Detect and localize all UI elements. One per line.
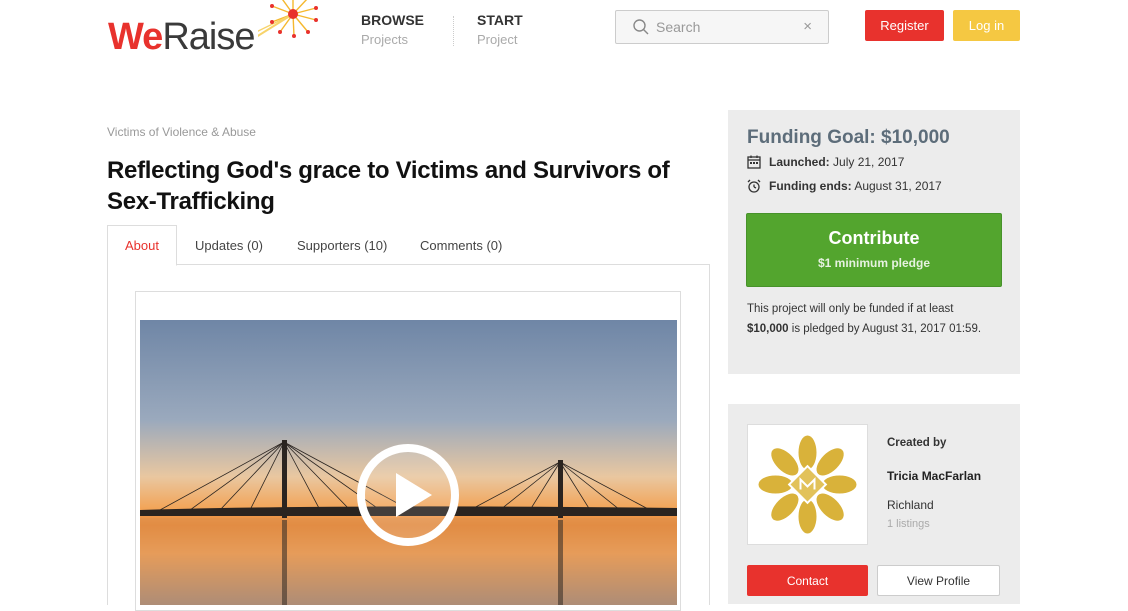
nav-browse-title: BROWSE [361, 12, 424, 28]
nav-divider [453, 16, 454, 46]
created-by-label: Created by [887, 437, 947, 449]
minimum-pledge-label: $1 minimum pledge [817, 256, 931, 270]
calendar-icon [747, 155, 761, 169]
play-icon[interactable] [356, 443, 460, 547]
project-tabs: About Updates (0) Supporters (10) Commen… [107, 225, 710, 266]
search-input[interactable] [656, 11, 806, 43]
avatar[interactable] [747, 424, 868, 545]
logo-text: WeRaise [108, 16, 255, 59]
search-icon [633, 19, 649, 35]
contribute-label: Contribute [828, 228, 920, 248]
weraise-logo[interactable]: WeRaise [108, 0, 318, 64]
logo-raise: Raise [162, 16, 255, 58]
nav-browse[interactable]: BROWSE Projects [361, 12, 424, 47]
clear-search-icon[interactable]: × [803, 18, 812, 35]
login-button[interactable]: Log in [953, 10, 1020, 41]
gold-flower-logo [758, 435, 857, 534]
funding-note-pre: This project will only be funded if at l… [747, 303, 954, 315]
project-category[interactable]: Victims of Violence & Abuse [107, 125, 256, 139]
ends-date: August 31, 2017 [854, 179, 942, 193]
sunburst-icon [258, 0, 318, 38]
tab-supporters[interactable]: Supporters (10) [297, 225, 387, 265]
launched-label: Launched: [769, 155, 830, 169]
ends-row: Funding ends: August 31, 2017 [747, 179, 942, 193]
funding-note: This project will only be funded if at l… [747, 299, 987, 339]
site-header: WeRaise BROWSE Projects START Project × … [0, 0, 1128, 70]
nav-browse-sub: Projects [361, 32, 408, 47]
project-title: Reflecting God's grace to Victims and Su… [107, 157, 670, 215]
register-button[interactable]: Register [865, 10, 944, 41]
alarm-clock-icon [747, 179, 761, 193]
tab-updates[interactable]: Updates (0) [195, 225, 263, 265]
view-profile-button[interactable]: View Profile [877, 565, 1000, 596]
ends-label: Funding ends: [769, 179, 852, 193]
contact-button[interactable]: Contact [747, 565, 868, 596]
tab-comments[interactable]: Comments (0) [420, 225, 502, 265]
creator-name[interactable]: Tricia MacFarlan [887, 469, 981, 483]
tab-about[interactable]: About [107, 225, 177, 266]
creator-city: Richland [887, 498, 934, 512]
funding-note-amount: $10,000 [747, 323, 789, 335]
creator-listings: 1 listings [887, 518, 930, 530]
launched-date: July 21, 2017 [833, 155, 905, 169]
search-box: × [615, 10, 829, 44]
logo-we: We [108, 16, 163, 58]
nav-start-sub: Project [477, 32, 518, 47]
funding-note-post: is pledged by August 31, 2017 01:59. [791, 323, 982, 335]
nav-start[interactable]: START Project [477, 12, 523, 47]
contribute-button[interactable]: Contribute $1 minimum pledge [746, 213, 1002, 287]
launched-row: Launched: July 21, 2017 [747, 155, 904, 169]
nav-start-title: START [477, 12, 523, 28]
funding-goal: Funding Goal: $10,000 [747, 127, 950, 148]
